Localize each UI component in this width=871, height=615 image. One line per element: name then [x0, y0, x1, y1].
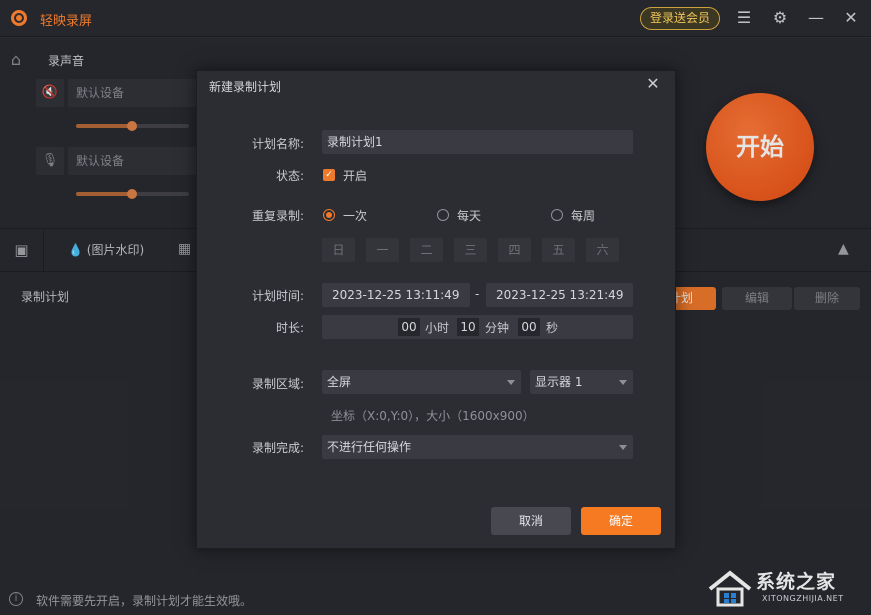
new-plan-dialog: 新建录制计划 ✕ 计划名称: 录制计划1 状态: ✓ 开启 重复录制: 一次 每…: [196, 70, 676, 549]
record-complete-label: 录制完成:: [251, 441, 304, 455]
repeat-weekly-label: 每周: [571, 209, 596, 223]
duration-seconds-input[interactable]: 00: [518, 318, 540, 336]
weekday-tue-button[interactable]: 二: [410, 238, 443, 262]
duration-minutes-input[interactable]: 10: [457, 318, 479, 336]
hours-unit: 小时: [425, 321, 450, 335]
duration-label: 时长:: [275, 321, 304, 335]
vip-login-button[interactable]: 登录送会员: [640, 7, 720, 30]
record-complete-select[interactable]: 不进行任何操作: [322, 435, 633, 459]
cancel-button[interactable]: 取消: [491, 507, 571, 535]
weekday-wed-button[interactable]: 三: [454, 238, 487, 262]
app-logo-icon: [11, 10, 27, 26]
repeat-once-label: 一次: [343, 209, 368, 223]
start-time-input[interactable]: 2023-12-25 13:11:49: [322, 283, 470, 307]
record-area-select[interactable]: 全屏: [322, 370, 521, 394]
display-select[interactable]: 显示器 1: [530, 370, 633, 394]
time-separator: -: [475, 287, 480, 301]
settings-icon[interactable]: ⚙: [770, 8, 790, 28]
status-checkbox[interactable]: ✓: [323, 169, 335, 181]
plan-name-label: 计划名称:: [251, 137, 304, 151]
record-area-label: 录制区域:: [251, 377, 304, 391]
weekday-mon-button[interactable]: 一: [366, 238, 399, 262]
end-time-input[interactable]: 2023-12-25 13:21:49: [486, 283, 633, 307]
seconds-unit: 秒: [546, 321, 559, 335]
dialog-close-icon[interactable]: ✕: [645, 76, 661, 92]
repeat-daily-radio[interactable]: [437, 209, 449, 221]
minimize-icon[interactable]: —: [806, 8, 826, 28]
dialog-title: 新建录制计划: [209, 80, 282, 94]
repeat-label: 重复录制:: [251, 209, 304, 223]
repeat-weekly-radio[interactable]: [551, 209, 563, 221]
plan-time-label: 计划时间:: [251, 289, 304, 303]
repeat-once-radio[interactable]: [323, 209, 335, 221]
area-coords-text: 坐标（X:0,Y:0），大小（1600x900）: [331, 409, 535, 423]
plan-name-input[interactable]: 录制计划1: [322, 130, 633, 154]
app-title: 轻映录屏: [40, 14, 93, 29]
status-value: 开启: [343, 169, 368, 183]
weekday-fri-button[interactable]: 五: [542, 238, 575, 262]
status-label: 状态:: [275, 169, 304, 183]
weekday-sun-button[interactable]: 日: [322, 238, 355, 262]
close-icon[interactable]: ✕: [841, 8, 861, 28]
menu-icon[interactable]: ☰: [734, 8, 754, 28]
weekday-thu-button[interactable]: 四: [498, 238, 531, 262]
weekday-sat-button[interactable]: 六: [586, 238, 619, 262]
confirm-button[interactable]: 确定: [581, 507, 661, 535]
repeat-daily-label: 每天: [457, 209, 482, 223]
duration-hours-input[interactable]: 00: [398, 318, 420, 336]
minutes-unit: 分钟: [485, 321, 510, 335]
